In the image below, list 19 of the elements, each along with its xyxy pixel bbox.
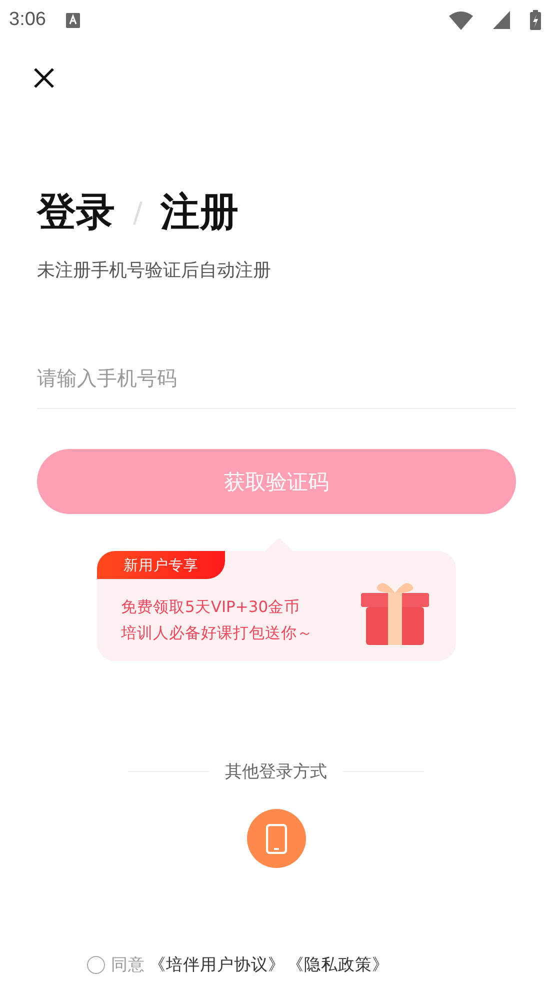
promo-text: 培训人必备好课打包送你～ [121, 623, 313, 644]
keyboard-icon [66, 12, 80, 28]
phone-input-field[interactable]: 请输入手机号码 [37, 366, 516, 409]
signal-icon [493, 11, 510, 29]
promo-text: 免费领取5天VIP+30金币 [121, 597, 302, 618]
agreement-link[interactable]: 《培伴用户协议》 [149, 954, 285, 976]
wifi-icon [449, 10, 473, 30]
title-separator: / [133, 196, 142, 228]
status-time: 3:06 [9, 9, 46, 31]
agree-radio[interactable] [87, 956, 105, 974]
other-login-label: 其他登录方式 [225, 761, 327, 783]
login-heading: 登录 [37, 189, 115, 237]
register-heading: 注册 [160, 189, 238, 237]
subtitle: 未注册手机号验证后自动注册 [37, 259, 272, 282]
promo-tag: 新用户专享 [97, 551, 225, 579]
phone-icon [266, 824, 287, 854]
battery-charging-icon [530, 10, 541, 30]
agree-label: 同意 [111, 954, 145, 976]
agreement-link[interactable]: 《隐私政策》 [287, 954, 389, 976]
